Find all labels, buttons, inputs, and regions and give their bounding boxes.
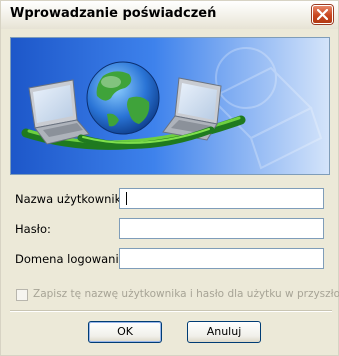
- username-input[interactable]: [119, 188, 324, 209]
- password-label: Hasło:: [15, 222, 51, 236]
- network-illustration: [11, 38, 329, 174]
- window-title: Wprowadzanie poświadczeń: [10, 6, 217, 21]
- remember-label: Zapisz tę nazwę użytkownika i hasło dla …: [33, 288, 339, 300]
- close-button[interactable]: [312, 5, 333, 24]
- password-input[interactable]: [119, 218, 324, 239]
- title-bar[interactable]: Wprowadzanie poświadczeń: [1, 1, 338, 29]
- ok-button[interactable]: OK: [88, 321, 162, 343]
- domain-label: Domena logowania:: [15, 252, 130, 266]
- separator-line: [10, 310, 332, 312]
- banner-image: [10, 37, 330, 175]
- credentials-dialog: Wprowadzanie poświadczeń Nazwa użytkowni…: [0, 0, 339, 356]
- remember-checkbox: [16, 289, 28, 301]
- username-label: Nazwa użytkownika:: [15, 192, 132, 206]
- cancel-button[interactable]: Anuluj: [187, 321, 261, 343]
- domain-input[interactable]: [119, 248, 324, 269]
- close-icon: [317, 9, 328, 20]
- globe-icon: [86, 61, 160, 135]
- text-caret: [126, 192, 127, 205]
